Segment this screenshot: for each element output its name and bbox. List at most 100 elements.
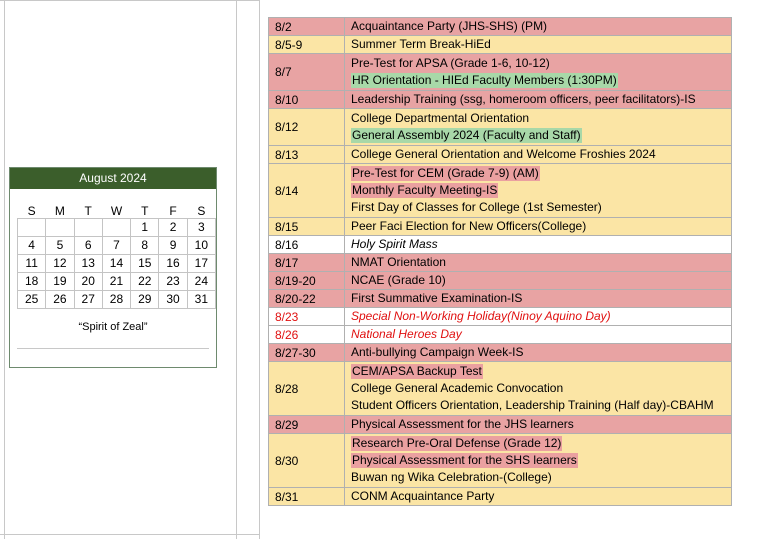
event-line: First Summative Examination-IS — [345, 290, 731, 307]
calendar-day[interactable]: 3 — [186, 218, 217, 237]
divider-mid — [236, 0, 237, 539]
calendar-day[interactable]: 7 — [101, 236, 132, 255]
event-row: 8/19-20 NCAE (Grade 10) — [268, 271, 732, 290]
events-table: 8/2 Acquaintance Party (JHS-SHS) (PM) 8/5-… — [268, 17, 732, 506]
event-date: 8/27-30 — [268, 343, 345, 362]
event-description: Leadership Training (ssg, homeroom offic… — [344, 90, 732, 109]
event-line: HR Orientation - HIEd Faculty Members (1… — [345, 72, 731, 89]
calendar-day[interactable]: 30 — [158, 290, 188, 309]
calendar-day[interactable]: 17 — [186, 254, 217, 273]
event-text: Physical Assessment for the SHS learners — [351, 453, 578, 468]
event-text: National Heroes Day — [351, 327, 462, 341]
calendar-day[interactable]: 1 — [130, 218, 160, 237]
calendar-day[interactable]: 14 — [101, 254, 132, 273]
calendar-day[interactable]: 16 — [158, 254, 188, 273]
event-text: College General Orientation and Welcome … — [351, 147, 656, 161]
calendar-day[interactable]: 15 — [130, 254, 160, 273]
event-text: HR Orientation - HIEd Faculty Members (1… — [351, 73, 618, 88]
calendar-day[interactable]: 12 — [45, 254, 75, 273]
event-row: 8/14 Pre-Test for CEM (Grade 7-9) (AM) Mon… — [268, 163, 732, 218]
calendar-day[interactable]: 20 — [73, 272, 103, 291]
event-line: Research Pre-Oral Defense (Grade 12) — [345, 435, 731, 452]
event-line: Physical Assessment for the JHS learners — [345, 416, 731, 433]
event-text: General Assembly 2024 (Faculty and Staff… — [351, 128, 582, 143]
event-text: Anti-bullying Campaign Week-IS — [351, 345, 524, 359]
event-row: 8/29 Physical Assessment for the JHS lear… — [268, 415, 732, 434]
event-line: College Departmental Orientation — [345, 110, 731, 127]
calendar-day[interactable]: 27 — [73, 290, 103, 309]
calendar-day[interactable]: 4 — [16, 236, 47, 255]
event-line: National Heroes Day — [345, 326, 731, 343]
calendar-day[interactable]: 31 — [186, 290, 217, 309]
calendar-day[interactable]: 24 — [186, 272, 217, 291]
event-date: 8/12 — [268, 108, 345, 146]
event-row: 8/16 Holy Spirit Mass — [268, 235, 732, 254]
divider-left — [4, 0, 5, 539]
event-line: Holy Spirit Mass — [345, 236, 731, 253]
calendar-day[interactable]: 9 — [158, 236, 188, 255]
event-line: Anti-bullying Campaign Week-IS — [345, 344, 731, 361]
event-description: College General Orientation and Welcome … — [344, 145, 732, 164]
calendar-day[interactable]: 8 — [130, 236, 160, 255]
calendar-day[interactable]: 29 — [130, 290, 160, 309]
calendar-day[interactable]: 22 — [130, 272, 160, 291]
event-description: NMAT Orientation — [344, 253, 732, 272]
weekday-label: S — [197, 204, 206, 218]
event-text: NCAE (Grade 10) — [351, 273, 446, 287]
event-description: Physical Assessment for the JHS learners — [344, 415, 732, 434]
calendar-week: 11 12 13 14 15 16 17 — [16, 254, 217, 273]
weekday-label: T — [84, 204, 92, 218]
calendar-day[interactable]: 10 — [186, 236, 217, 255]
event-line: CONM Acquaintance Party — [345, 488, 731, 505]
calendar-day[interactable]: 6 — [73, 236, 103, 255]
calendar-motto: “Spirit of Zeal” — [78, 321, 148, 333]
event-date: 8/17 — [268, 253, 345, 272]
event-line: Peer Faci Election for New Officers(Coll… — [345, 218, 731, 235]
event-date: 8/23 — [268, 307, 345, 326]
calendar-day-empty — [45, 218, 75, 237]
calendar-day[interactable]: 19 — [45, 272, 75, 291]
weekday-label: M — [54, 204, 65, 218]
event-text: Leadership Training (ssg, homeroom offic… — [351, 92, 696, 106]
event-row: 8/5-9 Summer Term Break-HiEd — [268, 35, 732, 54]
event-text: Acquaintance Party (JHS-SHS) (PM) — [351, 19, 548, 33]
event-description: Special Non-Working Holiday(Ninoy Aquino… — [344, 307, 732, 326]
event-text: NMAT Orientation — [351, 255, 446, 269]
event-description: Peer Faci Election for New Officers(Coll… — [344, 217, 732, 236]
calendar-day[interactable]: 5 — [45, 236, 75, 255]
event-description: NCAE (Grade 10) — [344, 271, 732, 290]
event-row: 8/31 CONM Acquaintance Party — [268, 487, 732, 506]
event-row: 8/17 NMAT Orientation — [268, 253, 732, 272]
event-text: Holy Spirit Mass — [351, 237, 438, 251]
event-line: Acquaintance Party (JHS-SHS) (PM) — [345, 18, 731, 35]
calendar-day[interactable]: 13 — [73, 254, 103, 273]
event-description: First Summative Examination-IS — [344, 289, 732, 308]
calendar-day[interactable]: 28 — [101, 290, 132, 309]
event-row: 8/2 Acquaintance Party (JHS-SHS) (PM) — [268, 17, 732, 36]
event-date: 8/20-22 — [268, 289, 345, 308]
event-row: 8/23 Special Non-Working Holiday(Ninoy Aq… — [268, 307, 732, 326]
calendar-day[interactable]: 2 — [158, 218, 188, 237]
event-date: 8/2 — [268, 17, 345, 36]
divider-bottom — [0, 534, 260, 535]
event-description: Pre-Test for CEM (Grade 7-9) (AM) Monthly… — [344, 163, 732, 218]
event-description: Research Pre-Oral Defense (Grade 12) Phys… — [344, 433, 732, 488]
event-text: Buwan ng Wika Celebration-(College) — [351, 470, 552, 484]
event-row: 8/30 Research Pre-Oral Defense (Grade 12)… — [268, 433, 732, 488]
calendar-day[interactable]: 25 — [16, 290, 47, 309]
event-date: 8/30 — [268, 433, 345, 488]
calendar-day[interactable]: 21 — [101, 272, 132, 291]
calendar-day[interactable]: 26 — [45, 290, 75, 309]
weekday-label: T — [141, 204, 149, 218]
event-date: 8/14 — [268, 163, 345, 218]
calendar-day[interactable]: 11 — [16, 254, 47, 273]
calendar-day[interactable]: 18 — [16, 272, 47, 291]
event-line: College General Orientation and Welcome … — [345, 146, 731, 163]
event-text: College General Academic Convocation — [351, 381, 564, 395]
mini-calendar: August 2024 S M T W T F S 1 2 3 4 5 6 7 8 9 10 11 12 13 14 15… — [9, 167, 217, 368]
event-date: 8/15 — [268, 217, 345, 236]
calendar-day[interactable]: 23 — [158, 272, 188, 291]
weekday-label: F — [169, 204, 177, 218]
event-description: Pre-Test for APSA (Grade 1-6, 10-12) HR O… — [344, 53, 732, 91]
calendar-week: 25 26 27 28 29 30 31 — [16, 290, 217, 309]
